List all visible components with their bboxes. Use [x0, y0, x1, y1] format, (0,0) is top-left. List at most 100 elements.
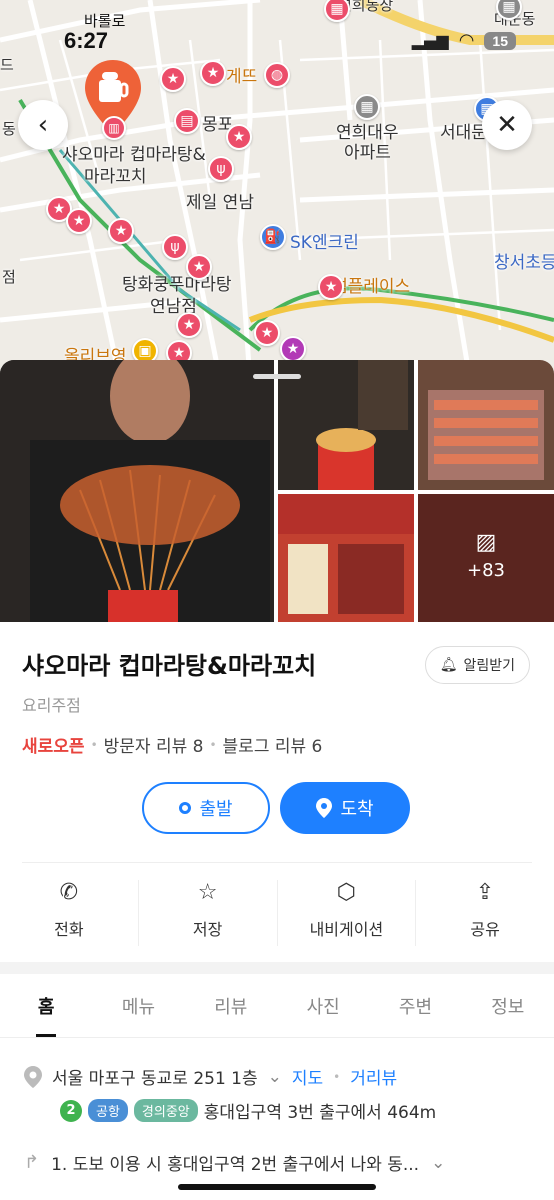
photo-more-count: +83 — [467, 560, 505, 581]
place-detail-sheet: ▨ +83 샤오마라 컵마라탕&마라꼬치 🔔︎ 알림받기 요리주점 새로오픈 •… — [0, 360, 554, 1200]
action-label: 저장 — [192, 920, 223, 939]
place-category: 요리주점 — [22, 696, 81, 715]
status-time: 6:27 — [64, 28, 109, 53]
location-icon — [24, 1065, 42, 1088]
storefront-photo-image — [278, 494, 414, 622]
tab-review[interactable]: 리뷰 — [185, 974, 277, 1037]
photo-gallery[interactable]: ▨ +83 — [0, 360, 554, 622]
favorite-pin[interactable]: ★ — [176, 312, 202, 338]
tab-nearby[interactable]: 주변 — [369, 974, 461, 1037]
map-label-dong: 동 — [2, 120, 16, 138]
map-label-yeonhui-apt-2: 아파트 — [344, 143, 391, 163]
shop-pin[interactable]: ◍ — [264, 62, 290, 88]
start-label: 출발 — [199, 799, 233, 820]
location-pin-icon — [316, 798, 333, 818]
chevron-down-icon[interactable]: ⌄ — [431, 1153, 445, 1173]
action-navigation[interactable]: ⬡ 내비게이션 — [278, 880, 417, 946]
alarm-button[interactable]: 🔔︎ 알림받기 — [424, 646, 530, 684]
wifi-icon: ◠ — [458, 30, 475, 51]
status-icons: ▂▄▆ ◠ 15 — [412, 30, 516, 51]
map-label-changseo: 창서초등 — [494, 253, 554, 273]
separator-dot: • — [90, 737, 98, 752]
favorite-pin[interactable]: ★ — [226, 124, 252, 150]
map-label-jeil: 제일 연남 — [186, 193, 254, 213]
tab-menu[interactable]: 메뉴 — [92, 974, 184, 1037]
photo-interior[interactable] — [418, 360, 554, 490]
phone-icon: ✆ — [59, 880, 79, 905]
blog-reviews-link[interactable]: 블로그 리뷰 6 — [223, 732, 323, 757]
favorite-pin[interactable]: ★ — [318, 274, 344, 300]
cup-photo-image — [278, 360, 414, 490]
favorite-pin[interactable]: ★ — [160, 66, 186, 92]
skewer-photo-image — [0, 360, 274, 622]
arrive-label: 도착 — [340, 799, 374, 820]
map-label-jeom: 점 — [2, 268, 16, 286]
action-bar: ✆ 전화 ☆ 저장 ⬡ 내비게이션 ⇪ 공유 — [0, 880, 554, 946]
subway-distance: 홍대입구역 3번 출구에서 464m — [203, 1103, 437, 1123]
tab-home[interactable]: 홈 — [0, 974, 92, 1037]
close-button[interactable]: ✕ — [482, 100, 532, 150]
photo-more[interactable]: ▨ +83 — [418, 494, 554, 622]
main-photo[interactable] — [0, 360, 274, 622]
gas-station-pin[interactable]: ⛽ — [260, 224, 286, 250]
action-call[interactable]: ✆ 전화 — [0, 880, 139, 946]
gyeongui-line-badge: 경의중앙 — [133, 1099, 198, 1122]
line-2-badge: 2 — [60, 1099, 82, 1122]
place-title: 샤오마라 컵마라탕&마라꼬치 — [22, 652, 317, 680]
review-meta: 새로오픈 • 방문자 리뷰 8 • 블로그 리뷰 6 — [22, 732, 322, 757]
favorite-pin[interactable]: ★ — [186, 254, 212, 280]
action-label: 공유 — [470, 920, 500, 939]
favorite-pin[interactable]: ★ — [108, 218, 134, 244]
restaurant-pin[interactable]: ψ — [208, 156, 234, 182]
route-row[interactable]: ↱ 1. 도보 이용 시 홍대입구역 2번 출구에서 나와 동... ⌄ — [24, 1150, 445, 1175]
start-dot-icon — [179, 802, 192, 814]
photo-cup[interactable] — [278, 360, 414, 490]
back-button[interactable]: ‹ — [18, 100, 68, 150]
map-label-gate: 게뜨 — [226, 67, 258, 87]
map-label-selected-2: 마라꼬치 — [84, 167, 147, 187]
tab-info[interactable]: 정보 — [462, 974, 554, 1037]
building-pin[interactable]: ▦ — [354, 94, 380, 120]
gallery-icon: ▨ — [475, 530, 497, 555]
action-share[interactable]: ⇪ 공유 — [416, 880, 554, 946]
street-view-link[interactable]: 거리뷰 — [350, 1064, 397, 1089]
subway-row: 2 공항 경의중앙 홍대입구역 3번 출구에서 464m — [60, 1098, 436, 1123]
more-photo-image — [418, 494, 554, 622]
visitor-reviews-link[interactable]: 방문자 리뷰 8 — [104, 732, 204, 757]
separator-dot: • — [209, 737, 217, 752]
map-label-sk: SK엔크린 — [290, 233, 359, 253]
start-button[interactable]: 출발 — [142, 782, 270, 834]
map-link[interactable]: 지도 — [292, 1064, 323, 1089]
star-icon: ☆ — [197, 880, 218, 905]
restaurant-pin[interactable]: ψ — [162, 234, 188, 260]
bell-icon: 🔔︎ — [439, 657, 458, 673]
favorite-pin[interactable]: ★ — [66, 208, 92, 234]
favorite-pin[interactable]: ★ — [254, 320, 280, 346]
photo-storefront[interactable] — [278, 494, 414, 622]
chevron-down-icon[interactable]: ⌄ — [268, 1067, 282, 1087]
map-label-seodaemun: 서대문 — [440, 123, 487, 143]
map-label-top-left: 드 — [0, 56, 14, 74]
home-indicator — [178, 1184, 376, 1190]
navigation-icon: ⬡ — [336, 880, 356, 905]
detail-tabs: 홈 메뉴 리뷰 사진 주변 정보 — [0, 974, 554, 1038]
favorite-pin[interactable]: ★ — [280, 336, 306, 362]
battery-indicator: 15 — [484, 31, 516, 50]
status-bar: 바롤로 6:27 ▂▄▆ ◠ 15 — [0, 0, 554, 60]
selected-restaurant-pin[interactable]: ▥ — [102, 116, 126, 140]
alarm-label: 알림받기 — [463, 658, 515, 674]
action-save[interactable]: ☆ 저장 — [139, 880, 278, 946]
map-view[interactable]: 바롤로 6:27 ▂▄▆ ◠ 15 드 동 점 연희동장 대운동 게뜨 몽포 연… — [0, 0, 554, 380]
restaurant-pin[interactable]: ▤ — [174, 108, 200, 134]
favorite-pin[interactable]: ★ — [200, 60, 226, 86]
address-row: 서울 마포구 동교로 251 1층 ⌄ 지도 • 거리뷰 — [24, 1064, 397, 1089]
chevron-left-icon: ‹ — [37, 110, 49, 140]
address-text[interactable]: 서울 마포구 동교로 251 1층 — [52, 1064, 258, 1089]
close-icon: ✕ — [496, 110, 518, 140]
section-separator — [0, 962, 554, 974]
sheet-grabber[interactable] — [253, 374, 301, 379]
tab-photo[interactable]: 사진 — [277, 974, 369, 1037]
arrive-button[interactable]: 도착 — [280, 782, 410, 834]
divider — [22, 862, 532, 863]
action-label: 내비게이션 — [309, 920, 384, 939]
